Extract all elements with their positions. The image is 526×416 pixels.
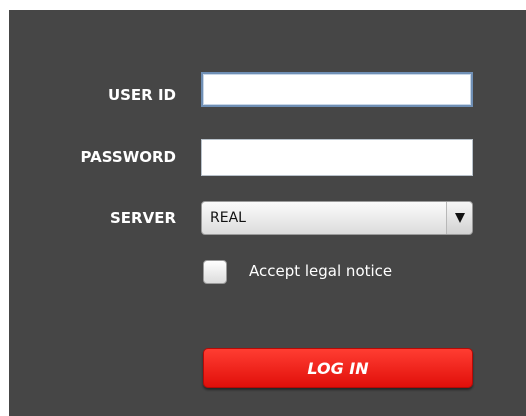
password-label: PASSWORD: [80, 148, 176, 166]
user-id-label: USER ID: [107, 86, 176, 104]
login-button[interactable]: LOG IN: [203, 348, 473, 388]
server-dropdown-button[interactable]: [446, 202, 472, 234]
server-selected-value: REAL: [210, 210, 246, 226]
server-select[interactable]: REAL: [201, 201, 473, 235]
accept-legal-label[interactable]: Accept legal notice: [249, 262, 392, 280]
password-input[interactable]: [201, 139, 473, 176]
user-id-input[interactable]: [201, 72, 473, 107]
server-label: SERVER: [109, 209, 176, 227]
accept-legal-checkbox[interactable]: [203, 260, 227, 284]
caret-down-icon: [454, 213, 465, 223]
